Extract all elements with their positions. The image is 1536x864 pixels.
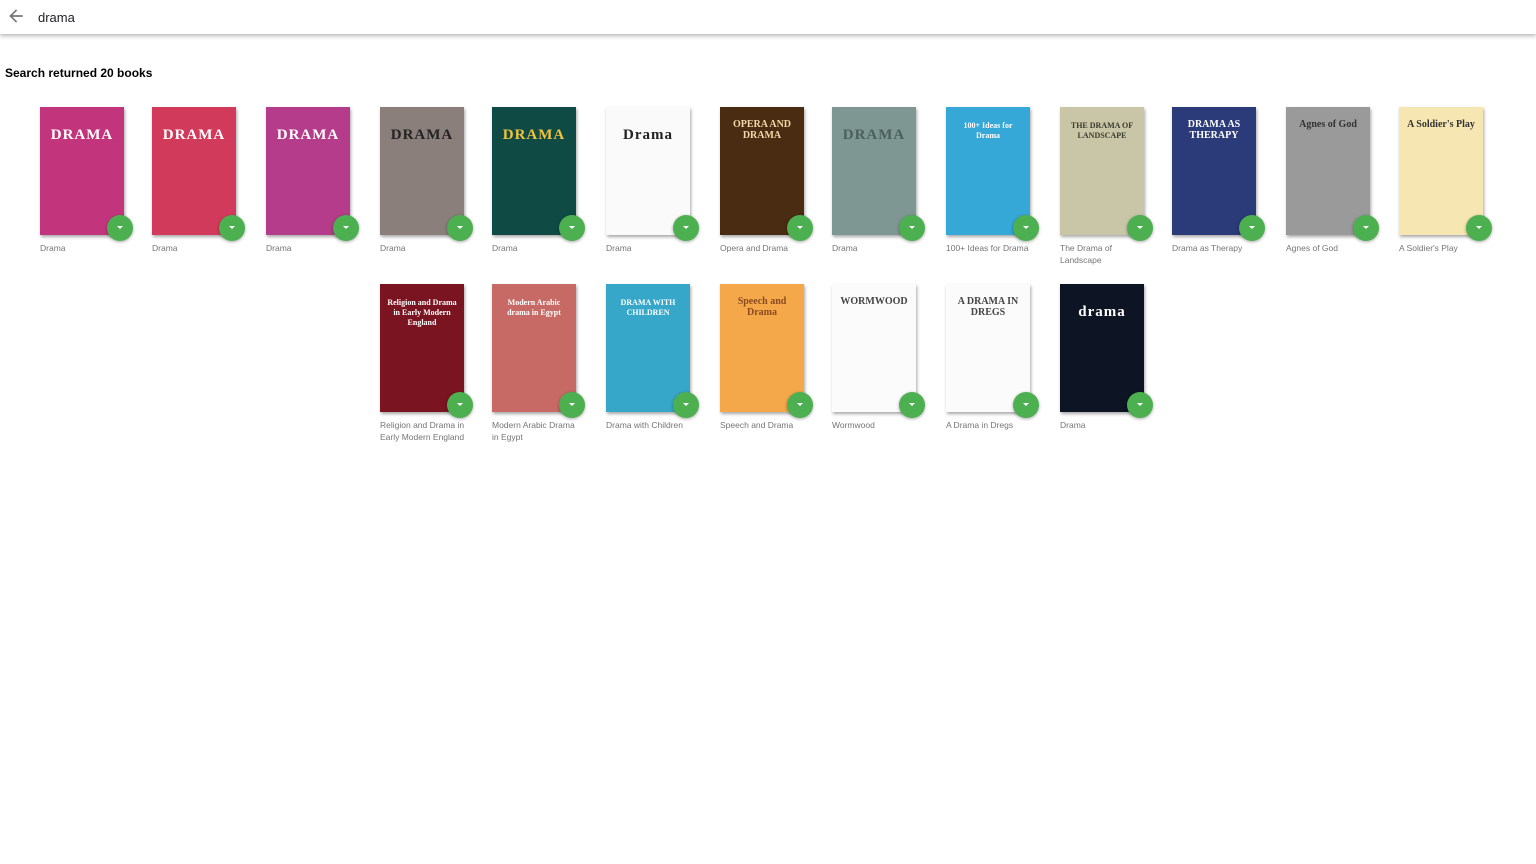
book-title: Drama with Children xyxy=(606,420,683,430)
book-cover[interactable]: DRAMA xyxy=(266,107,350,235)
book-cover-text: Agnes of God xyxy=(1299,119,1357,130)
book-grid: DRAMA Drama DRAMA Drama DRAMA Drama DRAMA Drama… xyxy=(0,0,1536,864)
book-title: A Soldier's Play xyxy=(1399,243,1458,253)
download-button[interactable] xyxy=(559,215,585,241)
book-title: 100+ Ideas for Drama xyxy=(946,243,1029,253)
book-title: Drama xyxy=(380,243,406,253)
book-cover[interactable]: Drama xyxy=(606,107,690,235)
book-cover-text: DRAMA xyxy=(502,127,566,143)
book-title: Drama xyxy=(606,243,632,253)
book-title: A Drama in Dregs xyxy=(946,420,1014,430)
book-cover-text: Drama xyxy=(623,127,673,143)
download-button[interactable] xyxy=(673,215,699,241)
download-button[interactable] xyxy=(219,215,245,241)
download-button[interactable] xyxy=(1013,215,1039,241)
book-cover[interactable]: OPERA AND DRAMA xyxy=(720,107,804,235)
book-cover-text: Speech and Drama xyxy=(737,296,787,318)
book-cover-text: A Soldier's Play xyxy=(1407,119,1475,130)
book-cover[interactable]: drama xyxy=(1060,284,1144,412)
book-cover[interactable]: THE DRAMA OF LANDSCAPE xyxy=(1060,107,1144,235)
book-cover-text: DRAMA AS THERAPY xyxy=(1187,119,1241,141)
book-cover[interactable]: DRAMA xyxy=(152,107,236,235)
book-cover-text: DRAMA WITH CHILDREN xyxy=(620,298,676,317)
book-title: Drama xyxy=(1060,420,1086,430)
book-cover-text: DRAMA xyxy=(390,127,454,143)
book-cover[interactable]: Modern Arabic drama in Egypt xyxy=(492,284,576,412)
download-button[interactable] xyxy=(1353,215,1379,241)
arrow-back-icon xyxy=(6,6,26,26)
book-cover-text: Religion and Drama in Early Modern Engla… xyxy=(387,298,457,327)
download-button[interactable] xyxy=(673,392,699,418)
book-cover[interactable]: DRAMA xyxy=(380,107,464,235)
download-button[interactable] xyxy=(787,392,813,418)
search-input[interactable] xyxy=(38,7,638,27)
book-title: The Drama of Landscape xyxy=(1060,243,1112,265)
download-button[interactable] xyxy=(447,215,473,241)
book-cover[interactable]: DRAMA AS THERAPY xyxy=(1172,107,1256,235)
book-cover-text: DRAMA xyxy=(50,127,114,143)
book-cover[interactable]: DRAMA xyxy=(40,107,124,235)
download-button[interactable] xyxy=(1127,392,1153,418)
download-button[interactable] xyxy=(1127,215,1153,241)
book-cover-text: Modern Arabic drama in Egypt xyxy=(507,298,561,317)
book-title: Drama xyxy=(832,243,858,253)
book-cover-text: DRAMA xyxy=(842,127,906,143)
book-cover-text: 100+ Ideas for Drama xyxy=(963,121,1013,140)
book-cover-text: THE DRAMA OF LANDSCAPE xyxy=(1070,121,1134,140)
download-button[interactable] xyxy=(899,215,925,241)
top-app-bar xyxy=(0,0,1536,34)
back-button[interactable] xyxy=(6,6,26,26)
book-title: Agnes of God xyxy=(1286,243,1338,253)
book-title: Drama xyxy=(152,243,178,253)
book-title: Drama as Therapy xyxy=(1172,243,1243,253)
book-cover[interactable]: A DRAMA IN DREGS xyxy=(946,284,1030,412)
book-cover[interactable]: Agnes of God xyxy=(1286,107,1370,235)
download-button[interactable] xyxy=(447,392,473,418)
download-button[interactable] xyxy=(107,215,133,241)
download-button[interactable] xyxy=(787,215,813,241)
book-cover-text: A DRAMA IN DREGS xyxy=(957,296,1019,318)
download-button[interactable] xyxy=(333,215,359,241)
book-cover[interactable]: Speech and Drama xyxy=(720,284,804,412)
book-title: Opera and Drama xyxy=(720,243,789,253)
book-cover[interactable]: 100+ Ideas for Drama xyxy=(946,107,1030,235)
download-button[interactable] xyxy=(1239,215,1265,241)
book-cover[interactable]: DRAMA xyxy=(832,107,916,235)
book-title: Drama xyxy=(492,243,518,253)
book-cover-text: DRAMA xyxy=(276,127,340,143)
download-button[interactable] xyxy=(559,392,585,418)
book-cover-text: DRAMA xyxy=(162,127,226,143)
book-cover-text: OPERA AND DRAMA xyxy=(732,119,792,141)
book-title: Drama xyxy=(40,243,66,253)
download-button[interactable] xyxy=(1466,215,1492,241)
book-title: Religion and Drama in Early Modern Engla… xyxy=(380,420,465,442)
book-cover[interactable]: WORMWOOD xyxy=(832,284,916,412)
book-cover[interactable]: DRAMA WITH CHILDREN xyxy=(606,284,690,412)
book-cover[interactable]: Religion and Drama in Early Modern Engla… xyxy=(380,284,464,412)
book-title: Speech and Drama xyxy=(720,420,794,430)
book-cover[interactable]: DRAMA xyxy=(492,107,576,235)
book-title: Drama xyxy=(266,243,292,253)
book-title: Wormwood xyxy=(832,420,875,430)
book-cover-text: drama xyxy=(1078,304,1126,320)
book-cover-text: WORMWOOD xyxy=(840,296,908,307)
download-button[interactable] xyxy=(899,392,925,418)
book-cover[interactable]: A Soldier's Play xyxy=(1399,107,1483,235)
book-title: Modern Arabic Drama in Egypt xyxy=(492,420,575,442)
download-button[interactable] xyxy=(1013,392,1039,418)
